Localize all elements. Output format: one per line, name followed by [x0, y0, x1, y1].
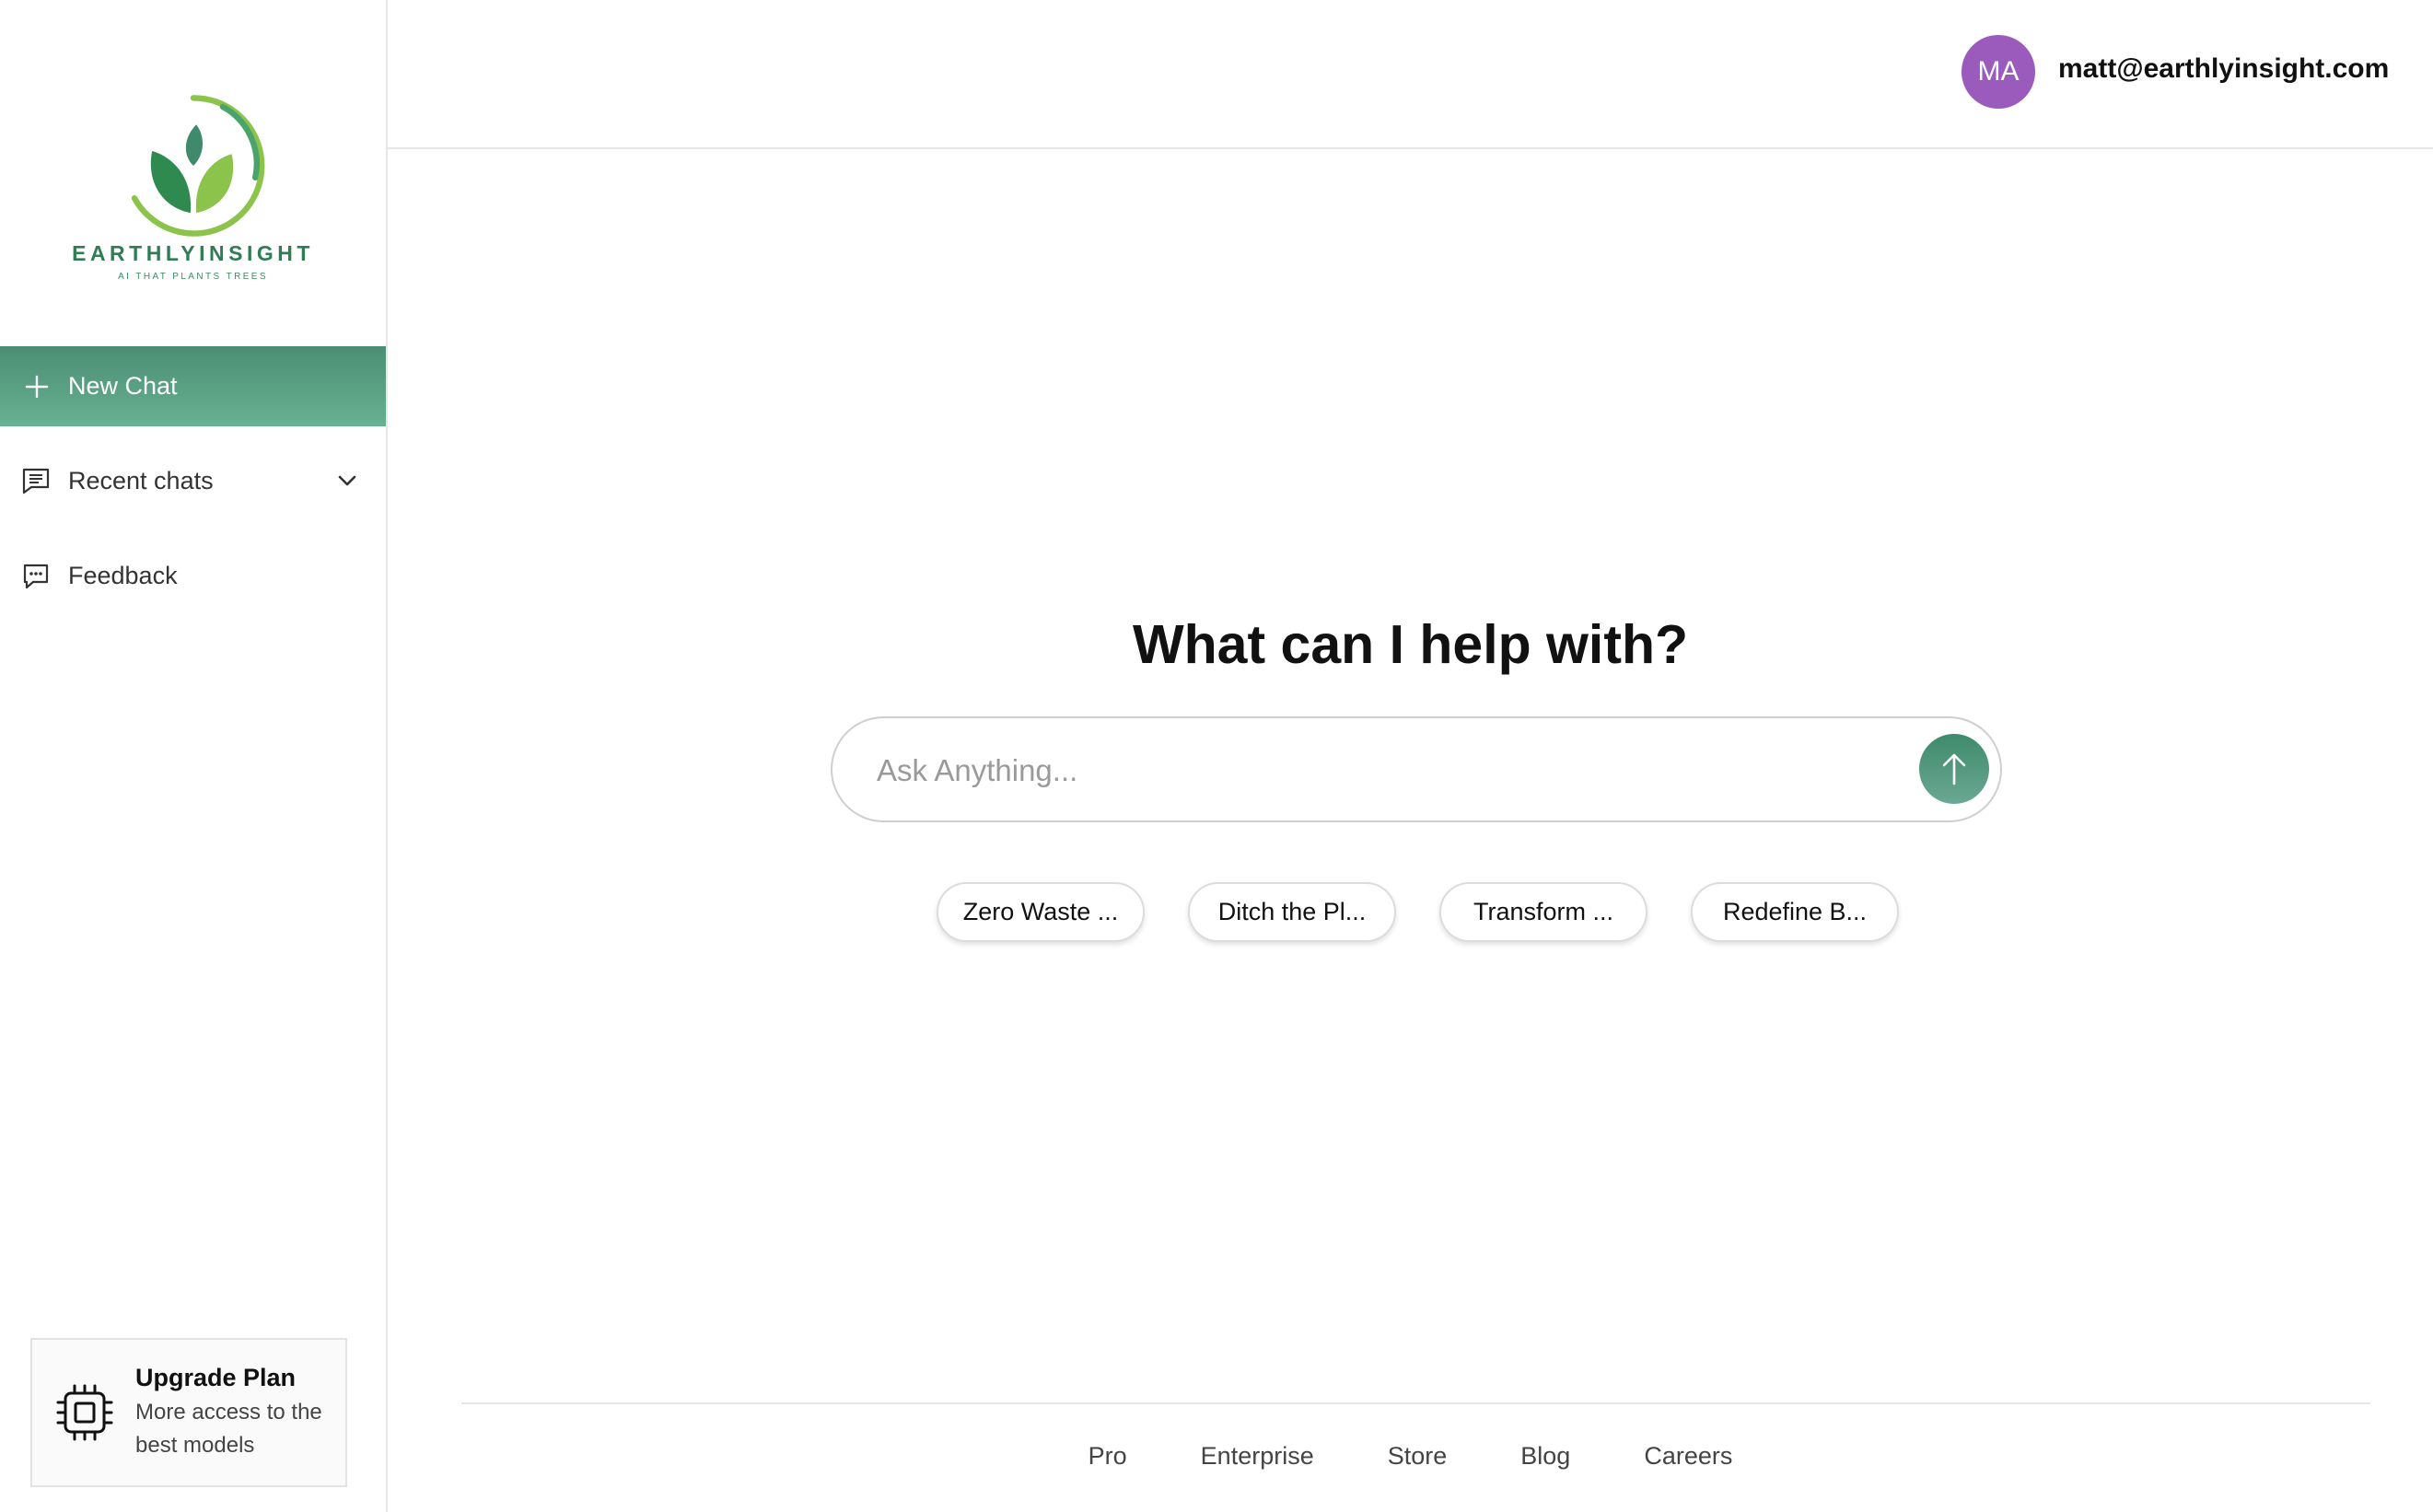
- brand-tagline: AI THAT PLANTS TREES: [118, 272, 268, 282]
- user-email[interactable]: matt@earthlyinsight.com: [2058, 53, 2389, 85]
- footer-link-careers[interactable]: Careers: [1644, 1442, 1732, 1471]
- suggestion-chips: Zero Waste ... Ditch the Pl... Transform…: [937, 882, 1899, 942]
- chat-bubble-dots-icon: [23, 564, 49, 589]
- footer-link-blog[interactable]: Blog: [1520, 1442, 1570, 1471]
- new-chat-button[interactable]: New Chat: [0, 346, 386, 426]
- suggestion-chip[interactable]: Ditch the Pl...: [1188, 882, 1396, 942]
- upgrade-plan-subtitle: More access to the best models: [135, 1399, 322, 1458]
- suggestion-chip[interactable]: Redefine B...: [1691, 882, 1899, 942]
- chat-lines-icon: [22, 468, 50, 494]
- page-title: What can I help with?: [1132, 614, 1689, 675]
- top-header: MA matt@earthlyinsight.com: [388, 0, 2433, 149]
- avatar[interactable]: MA: [1962, 35, 2035, 109]
- sidebar-item-label: Recent chats: [68, 466, 214, 494]
- footer-link-pro[interactable]: Pro: [1088, 1442, 1127, 1471]
- new-chat-label: New Chat: [68, 372, 178, 400]
- brand-name: EARTHLYINSIGHT: [72, 241, 314, 265]
- arrow-up-icon: [1942, 753, 1966, 785]
- suggestion-chip[interactable]: Zero Waste ...: [937, 882, 1145, 942]
- app-root: EARTHLYINSIGHT AI THAT PLANTS TREES New …: [0, 0, 2433, 1512]
- plus-icon: [25, 375, 49, 398]
- sidebar-item-feedback[interactable]: Feedback: [0, 548, 386, 603]
- send-button[interactable]: [1919, 734, 1989, 804]
- footer-divider: [461, 1402, 2370, 1404]
- sidebar-item-recent-chats[interactable]: Recent chats: [0, 453, 386, 508]
- brand-logo[interactable]: EARTHLYINSIGHT AI THAT PLANTS TREES: [0, 92, 386, 285]
- search-input[interactable]: [877, 744, 1890, 797]
- suggestion-chip[interactable]: Transform ...: [1439, 882, 1647, 942]
- footer-link-enterprise[interactable]: Enterprise: [1201, 1442, 1314, 1471]
- chevron-down-icon[interactable]: [334, 468, 360, 494]
- sidebar-item-label: Feedback: [68, 561, 178, 589]
- upgrade-plan-card[interactable]: Upgrade Plan More access to the best mod…: [30, 1338, 347, 1487]
- leaf-logo-icon: [131, 95, 264, 237]
- footer-link-store[interactable]: Store: [1388, 1442, 1448, 1471]
- ask-search-box: [831, 716, 2002, 822]
- sidebar: EARTHLYINSIGHT AI THAT PLANTS TREES New …: [0, 0, 388, 1512]
- footer-nav: Pro Enterprise Store Blog Careers: [388, 1442, 2433, 1471]
- upgrade-plan-title: Upgrade Plan: [135, 1363, 297, 1391]
- chip-icon: [56, 1384, 113, 1441]
